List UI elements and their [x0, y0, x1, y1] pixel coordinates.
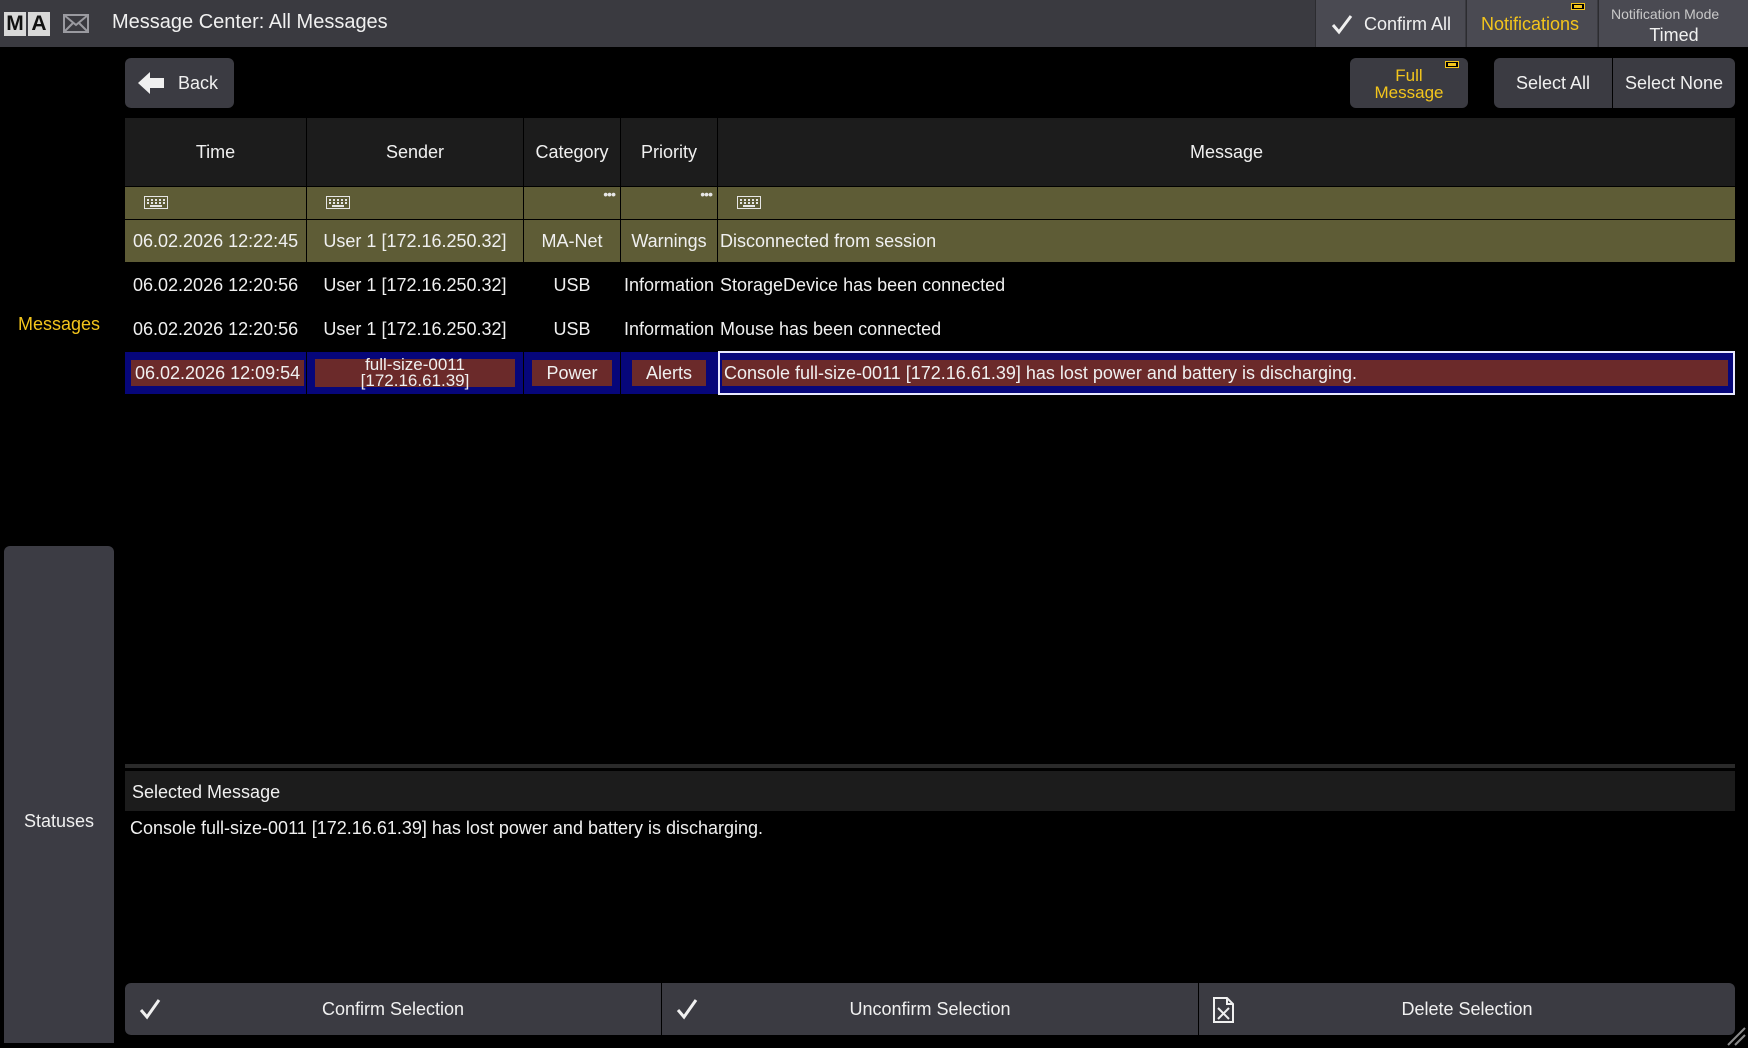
keyboard-icon [144, 196, 168, 209]
confirm-selection-label: Confirm Selection [321, 999, 465, 1019]
notifications-button[interactable]: Notifications [1466, 0, 1597, 47]
arrow-left-icon [138, 72, 164, 94]
resize-grip-icon[interactable] [1724, 1024, 1746, 1046]
cell-message-text: Console full-size-0011 [172.16.61.39] ha… [722, 360, 1728, 386]
cell-time-text: 06.02.2026 12:09:54 [131, 360, 305, 386]
confirm-all-button[interactable]: Confirm All [1315, 0, 1465, 47]
column-header-time[interactable]: Time [125, 118, 306, 186]
sidebar-tab-messages[interactable]: Messages [4, 47, 114, 545]
cell-sender: User 1 [172.16.250.32] [323, 318, 507, 339]
cell-priority-text: Alerts [631, 360, 706, 386]
column-header-category[interactable]: Category [524, 118, 620, 186]
select-none-label: Select None [1624, 73, 1724, 93]
filter-message[interactable] [718, 187, 1735, 219]
cell-sender: full-size-0011 [172.16.61.39] [307, 352, 523, 394]
delete-selection-label: Delete Selection [1401, 999, 1533, 1019]
title-bar: M A Message Center: All Messages Confirm… [0, 0, 1748, 47]
messages-table: Time Sender Category Priority Message ••… [125, 118, 1735, 766]
selected-message-header: Selected Message [125, 771, 1735, 811]
column-header-sender[interactable]: Sender [307, 118, 523, 186]
sidebar: Messages Statuses [4, 47, 114, 1043]
sidebar-tab-messages-label: Messages [17, 314, 101, 334]
unconfirm-selection-label: Unconfirm Selection [849, 999, 1011, 1019]
cell-time: 06.02.2026 12:09:54 [125, 352, 306, 394]
cell-category: USB [553, 318, 591, 339]
cell-message-focused: Console full-size-0011 [172.16.61.39] ha… [718, 351, 1735, 395]
notifications-label: Notifications [1481, 14, 1580, 34]
cell-priority: Information [623, 274, 715, 295]
keyboard-icon [737, 196, 761, 209]
cell-sender: User 1 [172.16.250.32] [323, 274, 507, 295]
logo-letter-a: A [28, 12, 50, 36]
sidebar-tab-statuses[interactable]: Statuses [4, 546, 114, 1043]
full-message-button[interactable]: Full Message [1350, 58, 1468, 108]
cell-priority: Warnings [631, 230, 707, 251]
selected-message-title: Selected Message [132, 782, 281, 802]
cell-category: Power [524, 352, 620, 394]
panel-divider[interactable] [125, 764, 1735, 768]
toggle-indicator-icon [1571, 3, 1585, 10]
selected-message-text: Console full-size-0011 [172.16.61.39] ha… [130, 818, 764, 838]
unconfirm-selection-button[interactable]: Unconfirm Selection [662, 983, 1198, 1035]
select-none-button[interactable]: Select None [1613, 58, 1735, 108]
checkmark-icon [1331, 15, 1353, 35]
filter-priority[interactable]: ••• [621, 187, 717, 219]
cell-time: 06.02.2026 12:20:56 [133, 274, 299, 295]
notification-mode-value: Timed [1649, 25, 1699, 45]
table-row[interactable]: 06.02.2026 12:20:56 User 1 [172.16.250.3… [125, 264, 1735, 306]
table-row[interactable]: 06.02.2026 12:22:45 User 1 [172.16.250.3… [125, 220, 1735, 262]
logo-letter-m: M [4, 12, 26, 36]
sidebar-tab-statuses-label: Statuses [23, 811, 95, 831]
cell-message: StorageDevice has been connected [720, 274, 1006, 295]
table-row[interactable]: 06.02.2026 12:20:56 User 1 [172.16.250.3… [125, 308, 1735, 350]
cell-priority: Alerts [621, 352, 717, 394]
cell-message: Mouse has been connected [720, 318, 942, 339]
cell-sender-text: full-size-0011 [172.16.61.39] [315, 356, 515, 390]
keyboard-icon [326, 196, 350, 209]
notification-mode-caption: Notification Mode [1611, 6, 1720, 22]
select-all-label: Select All [1515, 73, 1591, 93]
cell-time: 06.02.2026 12:22:45 [133, 230, 299, 251]
cell-priority: Information [623, 318, 715, 339]
ma-logo: M A [4, 12, 50, 36]
back-label: Back [178, 73, 219, 93]
cell-category: MA-Net [541, 230, 603, 251]
filter-sender[interactable] [307, 187, 523, 219]
cell-sender: User 1 [172.16.250.32] [323, 230, 507, 251]
confirm-selection-button[interactable]: Confirm Selection [125, 983, 661, 1035]
notification-mode-button[interactable]: Notification Mode Timed [1598, 0, 1748, 47]
more-options-icon: ••• [700, 186, 713, 202]
cell-sender-line2: [172.16.61.39] [360, 371, 470, 390]
column-header-priority[interactable]: Priority [621, 118, 717, 186]
cell-time: 06.02.2026 12:20:56 [133, 318, 299, 339]
envelope-icon[interactable] [63, 14, 89, 33]
table-row-selected[interactable]: 06.02.2026 12:09:54 full-size-0011 [172.… [125, 351, 1735, 395]
more-options-icon: ••• [603, 186, 616, 202]
cell-category-text: Power [532, 360, 612, 386]
back-button[interactable]: Back [125, 58, 234, 108]
window-title: Message Center: All Messages [112, 11, 388, 33]
confirm-all-label: Confirm All [1364, 14, 1452, 34]
delete-selection-button[interactable]: Delete Selection [1199, 983, 1735, 1035]
filter-time[interactable] [125, 187, 306, 219]
full-message-label-line2: Message [1374, 83, 1444, 102]
cell-category: USB [553, 274, 591, 295]
filter-category[interactable]: ••• [524, 187, 620, 219]
select-all-button[interactable]: Select All [1494, 58, 1612, 108]
full-message-label: Full Message [1350, 67, 1468, 101]
column-header-message[interactable]: Message [718, 118, 1735, 186]
cell-message: Disconnected from session [720, 230, 937, 251]
